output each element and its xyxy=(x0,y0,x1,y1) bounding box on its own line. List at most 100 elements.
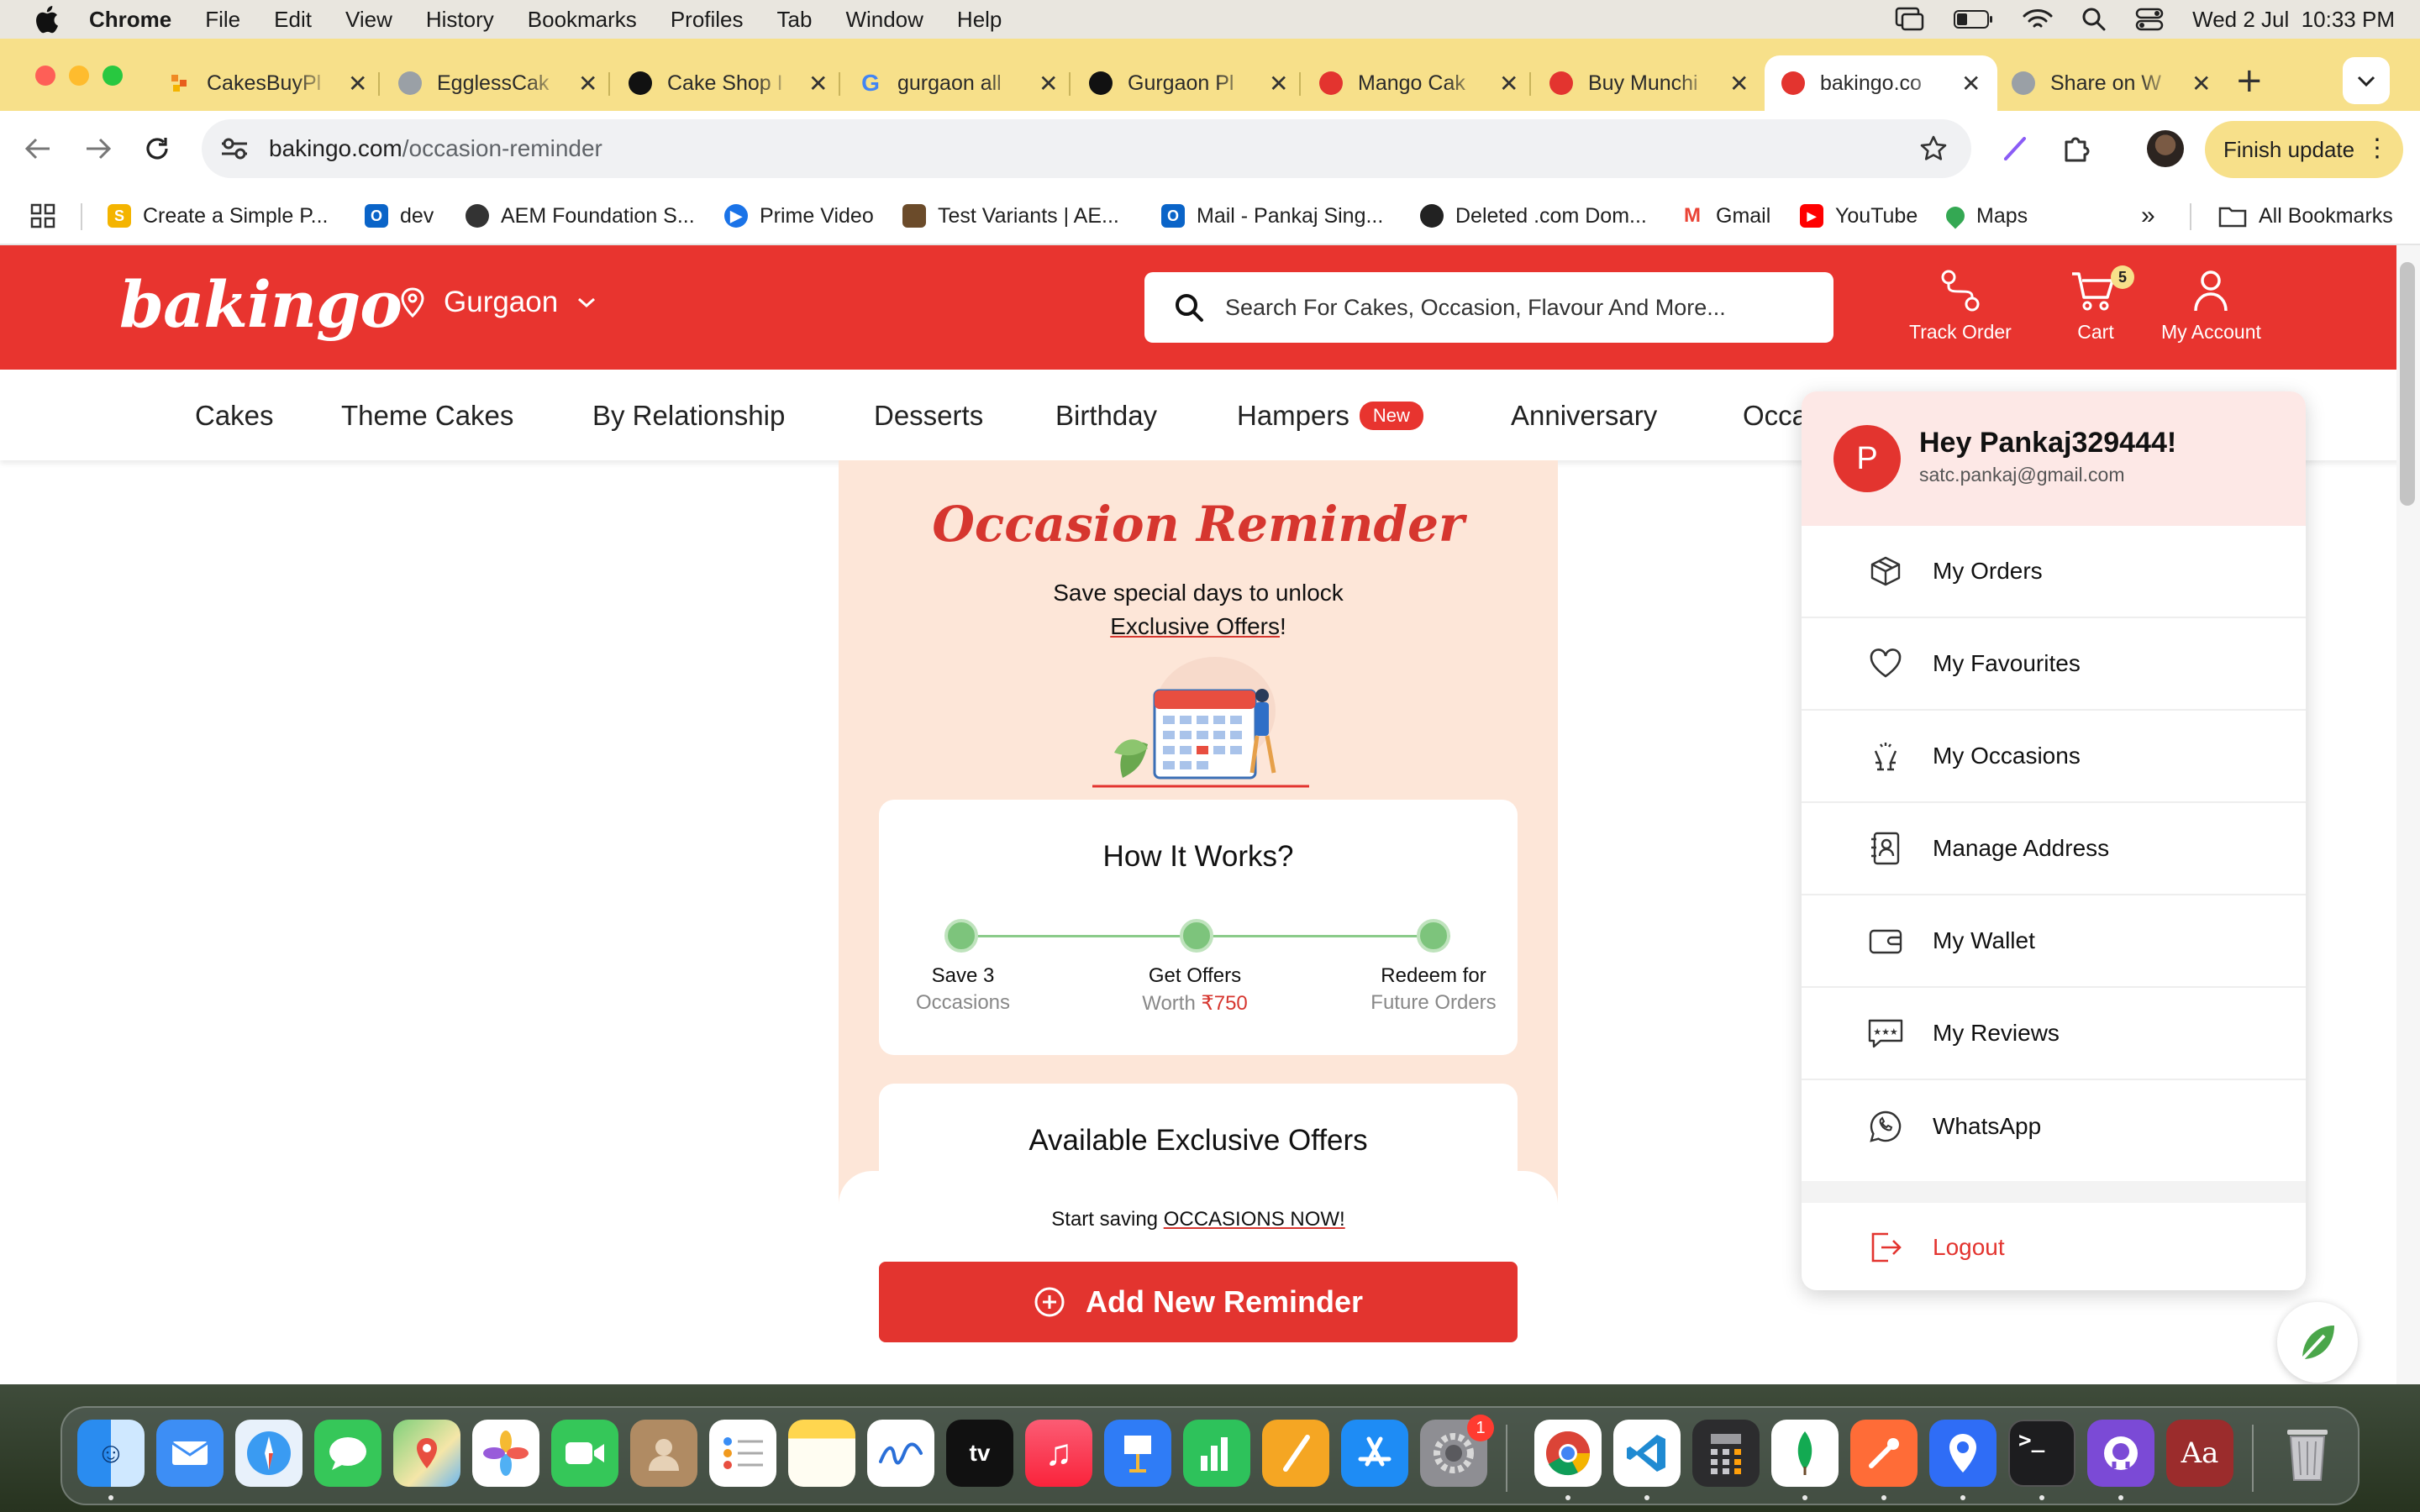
minimize-window-button[interactable] xyxy=(69,66,89,86)
more-bookmarks-chevron-icon[interactable]: » xyxy=(2141,202,2155,230)
address-bar[interactable]: bakingo.com/occasion-reminder xyxy=(202,119,1971,178)
apps-grid-icon[interactable] xyxy=(30,202,55,230)
keynote-icon[interactable] xyxy=(1104,1420,1171,1487)
menu-item-whatsapp[interactable]: WhatsApp xyxy=(1802,1080,2306,1173)
pen-extension-icon[interactable] xyxy=(1995,128,2037,170)
add-new-reminder-button[interactable]: Add New Reminder xyxy=(879,1262,1518,1342)
notes-icon[interactable] xyxy=(788,1420,855,1487)
nav-item-hampers[interactable]: Hampers New xyxy=(1237,400,1423,432)
site-search-input[interactable]: Search For Cakes, Occasion, Flavour And … xyxy=(1144,272,1833,343)
bookmark-item[interactable]: O Mail - Pankaj Sing... xyxy=(1161,202,1383,230)
browser-tab-active[interactable]: bakingo.co ✕ xyxy=(1765,55,1998,111)
more-menu-icon[interactable]: ⋮ xyxy=(2365,134,2390,163)
menu-item-my-favourites[interactable]: My Favourites xyxy=(1802,618,2306,711)
track-order-button[interactable]: Track Order xyxy=(1909,267,2012,344)
menu-item-my-wallet[interactable]: My Wallet xyxy=(1802,895,2306,988)
finish-update-button[interactable]: Finish update ⋮ xyxy=(2205,121,2403,178)
menu-item-my-orders[interactable]: My Orders xyxy=(1802,526,2306,618)
nav-item-birthday[interactable]: Birthday xyxy=(1055,400,1157,432)
cart-button[interactable]: 5 Cart xyxy=(2069,265,2134,344)
logout-button[interactable]: Logout xyxy=(1802,1210,2306,1285)
tab-search-chevron-icon[interactable] xyxy=(2343,57,2390,104)
maps-icon[interactable] xyxy=(393,1420,460,1487)
chrome-icon[interactable] xyxy=(1534,1420,1602,1487)
wifi-icon[interactable] xyxy=(2023,8,2053,31)
safari-icon[interactable] xyxy=(235,1420,302,1487)
pages-icon[interactable] xyxy=(1262,1420,1329,1487)
trash-icon[interactable] xyxy=(2274,1420,2341,1487)
mail-icon[interactable] xyxy=(156,1420,224,1487)
browser-tab[interactable]: Mango Cak ✕ xyxy=(1319,55,1518,111)
browser-tab[interactable]: Buy Munchi ✕ xyxy=(1549,55,1749,111)
menu-window[interactable]: Window xyxy=(845,7,923,33)
screen-mirroring-icon[interactable] xyxy=(1895,7,1925,32)
messages-icon[interactable] xyxy=(314,1420,381,1487)
zoom-window-button[interactable] xyxy=(103,66,123,86)
nav-item-desserts[interactable]: Desserts xyxy=(874,400,983,432)
back-arrow-icon[interactable] xyxy=(17,128,59,170)
facetime-icon[interactable] xyxy=(551,1420,618,1487)
reminders-icon[interactable] xyxy=(709,1420,776,1487)
my-account-button[interactable]: My Account xyxy=(2161,267,2261,344)
menu-item-manage-address[interactable]: Manage Address xyxy=(1802,803,2306,895)
bookmark-item[interactable]: Test Variants | AE... xyxy=(902,202,1119,230)
menu-history[interactable]: History xyxy=(426,7,494,33)
site-info-icon[interactable] xyxy=(220,136,249,161)
menu-profiles[interactable]: Profiles xyxy=(671,7,744,33)
app-store-icon[interactable] xyxy=(1341,1420,1408,1487)
dictionary-icon[interactable]: Aa xyxy=(2166,1420,2233,1487)
freeform-icon[interactable] xyxy=(867,1420,934,1487)
bookmark-star-icon[interactable] xyxy=(1919,134,1948,163)
nav-item-by-relationship[interactable]: By Relationship xyxy=(592,400,785,432)
mongodb-compass-icon[interactable] xyxy=(1771,1420,1839,1487)
music-icon[interactable]: ♫ xyxy=(1025,1420,1092,1487)
bookmark-item[interactable]: AEM Foundation S... xyxy=(466,202,695,230)
profile-avatar[interactable] xyxy=(2144,128,2186,170)
battery-icon[interactable] xyxy=(1954,9,1994,29)
browser-tab[interactable]: Gurgaon Pl ✕ xyxy=(1089,55,1288,111)
menu-item-my-occasions[interactable]: My Occasions xyxy=(1802,711,2306,803)
menubar-clock[interactable]: Wed 2 Jul 10:33 PM xyxy=(2192,7,2395,33)
browser-tab[interactable]: Cake Shop I ✕ xyxy=(629,55,828,111)
forward-arrow-icon[interactable] xyxy=(77,128,119,170)
menu-edit[interactable]: Edit xyxy=(274,7,312,33)
nav-item-anniversary[interactable]: Anniversary xyxy=(1511,400,1657,432)
terminal-icon[interactable]: >_ xyxy=(2008,1420,2075,1487)
scrollbar-thumb[interactable] xyxy=(2400,262,2415,506)
calculator-icon[interactable] xyxy=(1692,1420,1760,1487)
bookmark-item[interactable]: M Gmail xyxy=(1681,202,1770,230)
close-tab-icon[interactable]: ✕ xyxy=(2191,70,2211,97)
reload-icon[interactable] xyxy=(136,128,178,170)
bakingo-logo[interactable]: bakingo xyxy=(119,267,402,342)
postman-icon[interactable] xyxy=(1850,1420,1918,1487)
vscode-icon[interactable] xyxy=(1613,1420,1681,1487)
contacts-icon[interactable] xyxy=(630,1420,697,1487)
bookmark-item[interactable]: ▶ YouTube xyxy=(1800,202,1918,230)
nav-item-theme-cakes[interactable]: Theme Cakes xyxy=(341,400,513,432)
close-tab-icon[interactable]: ✕ xyxy=(1269,70,1288,97)
close-window-button[interactable] xyxy=(35,66,55,86)
close-tab-icon[interactable]: ✕ xyxy=(1039,70,1058,97)
control-center-icon[interactable] xyxy=(2135,7,2164,32)
browser-tab[interactable]: CakesBuyPl ✕ xyxy=(168,55,367,111)
close-tab-icon[interactable]: ✕ xyxy=(578,70,597,97)
numbers-icon[interactable] xyxy=(1183,1420,1250,1487)
menu-tab[interactable]: Tab xyxy=(777,7,813,33)
bookmark-item[interactable]: Deleted .com Dom... xyxy=(1420,202,1647,230)
browser-tab[interactable]: Share on W ✕ xyxy=(2012,55,2211,111)
close-tab-icon[interactable]: ✕ xyxy=(808,70,828,97)
close-tab-icon[interactable]: ✕ xyxy=(1961,70,1981,97)
new-tab-plus-icon[interactable]: + xyxy=(2235,64,2264,97)
close-tab-icon[interactable]: ✕ xyxy=(1729,70,1749,97)
close-tab-icon[interactable]: ✕ xyxy=(348,70,367,97)
browser-tab[interactable]: EgglessCak ✕ xyxy=(398,55,597,111)
menu-app-name[interactable]: Chrome xyxy=(89,7,171,33)
nav-item-cakes[interactable]: Cakes xyxy=(195,400,274,432)
finder-icon[interactable]: ☺ xyxy=(77,1420,145,1487)
menu-view[interactable]: View xyxy=(345,7,392,33)
photos-icon[interactable] xyxy=(472,1420,539,1487)
spotlight-search-icon[interactable] xyxy=(2081,7,2107,32)
close-tab-icon[interactable]: ✕ xyxy=(1499,70,1518,97)
all-bookmarks-folder[interactable]: All Bookmarks xyxy=(2218,202,2393,230)
menu-bookmarks[interactable]: Bookmarks xyxy=(528,7,637,33)
